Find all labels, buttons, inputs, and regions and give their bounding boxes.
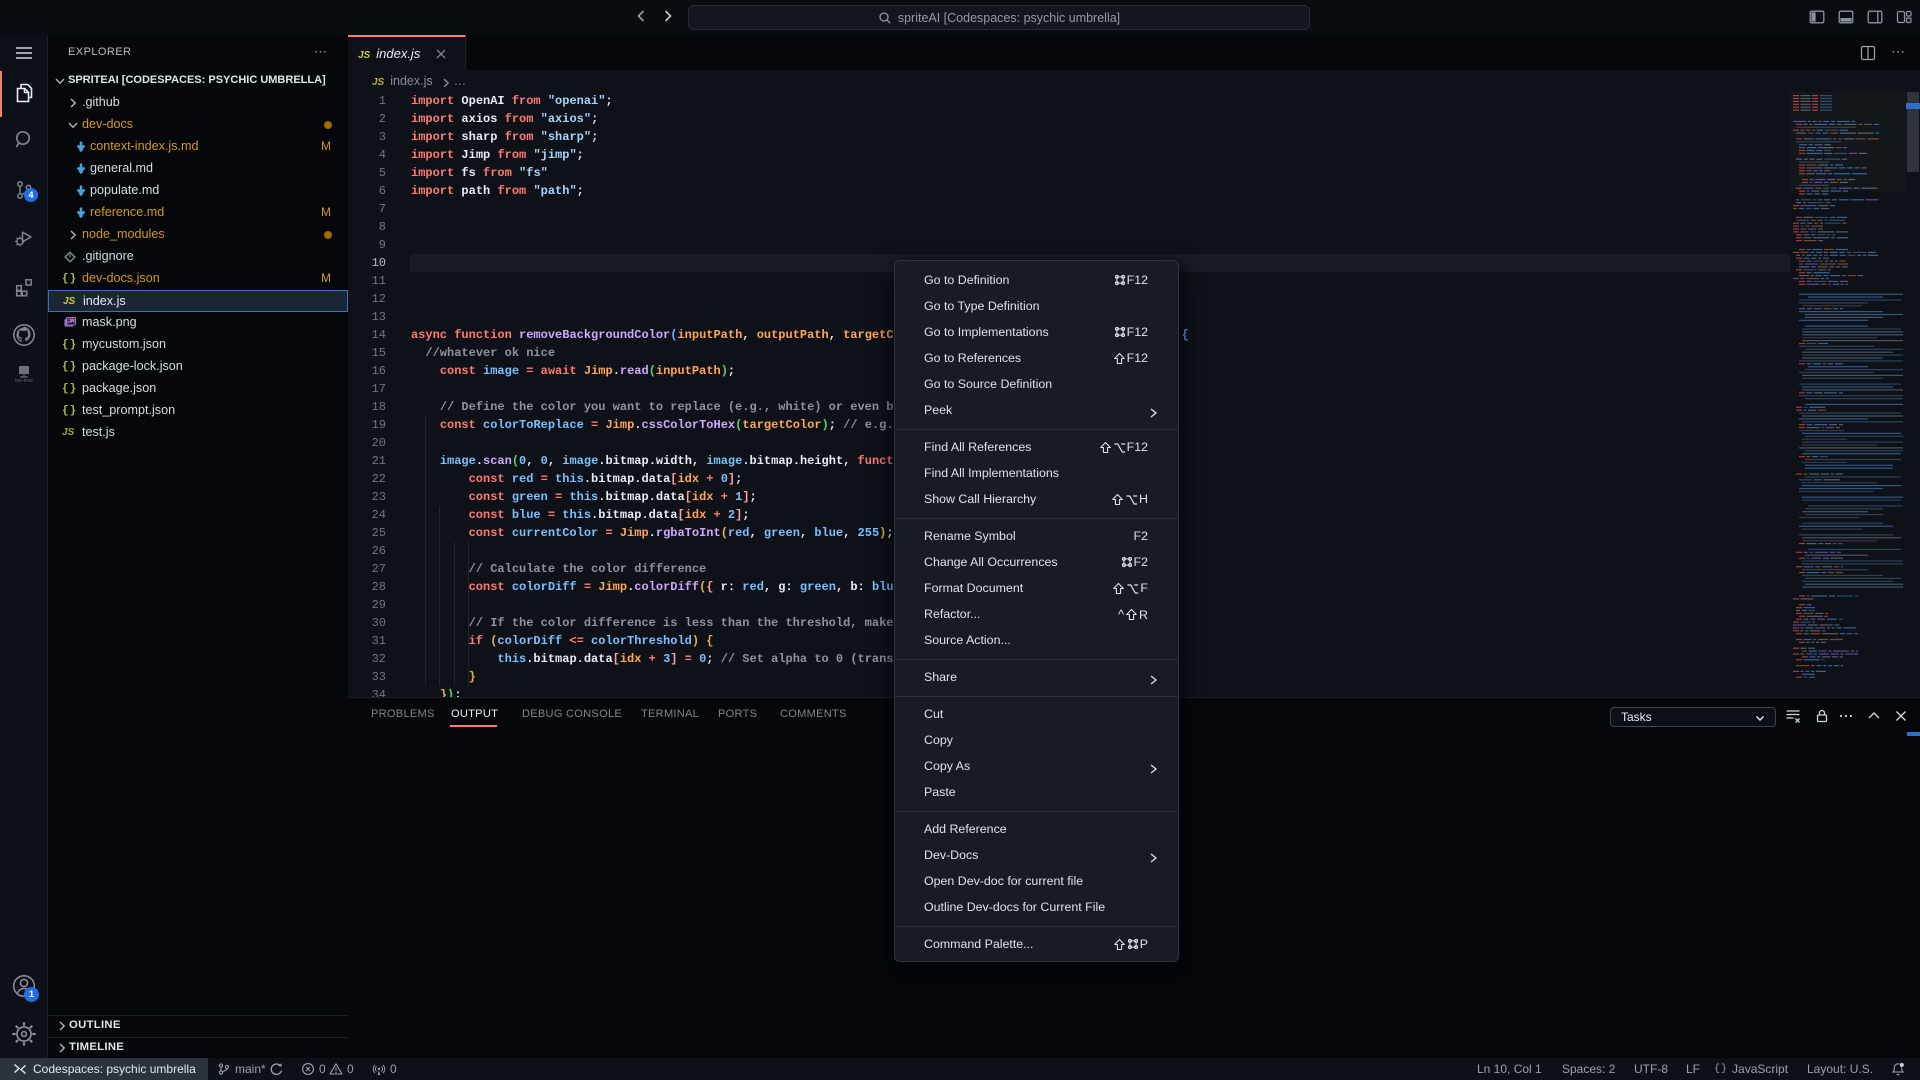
svg-text:Dev-Docs: Dev-Docs — [15, 378, 33, 383]
